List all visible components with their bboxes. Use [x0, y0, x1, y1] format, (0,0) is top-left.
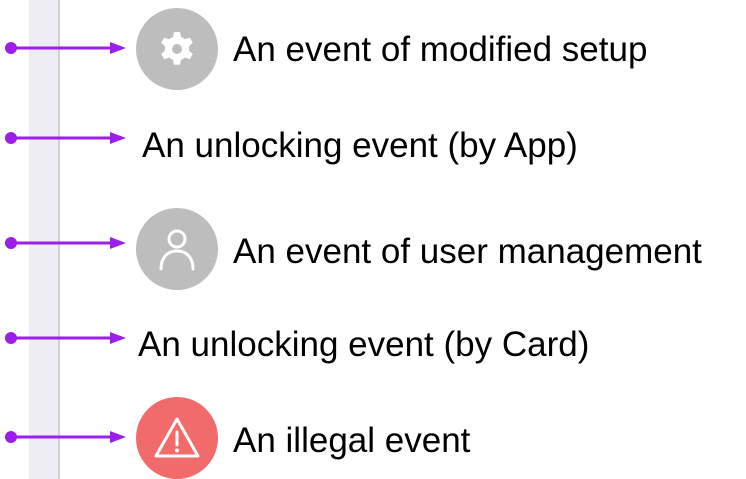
event-label: An event of modified setup [233, 30, 648, 69]
arrow-connector [5, 431, 126, 443]
event-legend-diagram: An event of modified setup An unlocking … [0, 0, 746, 479]
event-label: An unlocking event (by App) [142, 126, 578, 165]
warning-icon [136, 397, 218, 479]
event-label: An unlocking event (by Card) [138, 325, 590, 364]
event-label: An illegal event [233, 421, 471, 460]
event-label: An event of user management [233, 232, 702, 271]
user-icon [136, 208, 218, 290]
gear-icon [136, 8, 218, 90]
